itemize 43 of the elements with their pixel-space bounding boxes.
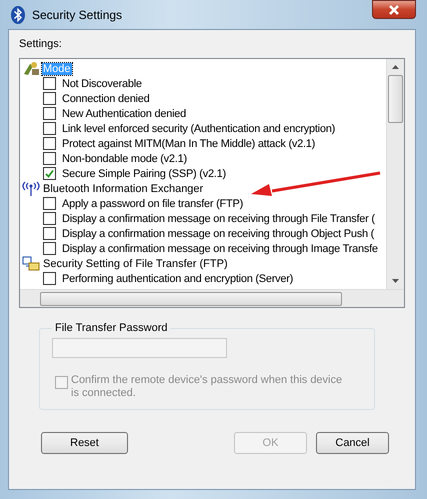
checkbox[interactable] bbox=[43, 242, 56, 255]
checkbox-label: Connection denied bbox=[62, 92, 150, 104]
close-button[interactable] bbox=[372, 0, 416, 19]
dialog-button[interactable]: Reset bbox=[41, 432, 128, 454]
checkbox[interactable] bbox=[43, 197, 56, 210]
checkbox[interactable] bbox=[43, 122, 56, 135]
bluetooth-icon bbox=[11, 6, 25, 24]
checkbox[interactable] bbox=[43, 212, 56, 225]
folder-transfer-icon bbox=[22, 256, 40, 271]
settings-label: Settings: bbox=[19, 38, 62, 50]
checkbox-label: Non-bondable mode (v2.1) bbox=[62, 152, 187, 164]
checkbox[interactable] bbox=[43, 167, 56, 180]
scroll-up-icon[interactable] bbox=[392, 65, 399, 69]
checkbox[interactable] bbox=[43, 107, 56, 120]
checkbox-label: Link level enforced security (Authentication and encryption) bbox=[62, 122, 335, 134]
tree-group-item[interactable]: Security Setting of File Transfer (FTP) bbox=[42, 258, 229, 270]
checkbox[interactable] bbox=[43, 152, 56, 165]
checkbox[interactable] bbox=[43, 272, 56, 285]
scroll-thumb[interactable] bbox=[388, 75, 403, 123]
confirm-label: Confirm the remote device's password when this device is connected. bbox=[71, 374, 344, 400]
checkbox-label: Protect against MITM(Man In The Middle) attack (v2.1) bbox=[62, 138, 316, 150]
checkbox-label: Not Discoverable bbox=[62, 78, 142, 90]
scroll-down-icon[interactable] bbox=[392, 279, 399, 283]
checkbox-label: New Authentication denied bbox=[62, 108, 186, 120]
checkbox[interactable] bbox=[43, 227, 56, 240]
checkbox-label: Display a confirmation message on receiving through Image Transfe bbox=[62, 242, 378, 254]
checkbox-label: Display a confirmation message on receiving through File Transfer ( bbox=[62, 212, 375, 224]
checkbox[interactable] bbox=[43, 77, 56, 90]
group-title: File Transfer Password bbox=[54, 322, 168, 334]
checkbox-label: Performing authentication and encryption (Server) bbox=[62, 272, 294, 284]
checkbox-label: Display a confirmation message on receiving through Object Push ( bbox=[62, 228, 374, 240]
horizontal-scrollbar[interactable] bbox=[20, 289, 404, 307]
window-title: Security Settings bbox=[32, 8, 122, 22]
scroll-thumb[interactable] bbox=[40, 292, 342, 306]
checkbox-label: Secure Simple Pairing (SSP) (v2.1) bbox=[62, 168, 226, 180]
tree-group-item[interactable]: Bluetooth Information Exchanger bbox=[42, 182, 204, 194]
vertical-scrollbar[interactable] bbox=[386, 59, 404, 289]
close-icon bbox=[388, 4, 400, 14]
checkbox[interactable] bbox=[43, 137, 56, 150]
checkbox-label: Apply a password on file transfer (FTP) bbox=[62, 198, 243, 210]
checkbox[interactable] bbox=[43, 92, 56, 105]
dialog-button[interactable]: Cancel bbox=[316, 432, 389, 454]
antenna-icon bbox=[22, 181, 40, 196]
